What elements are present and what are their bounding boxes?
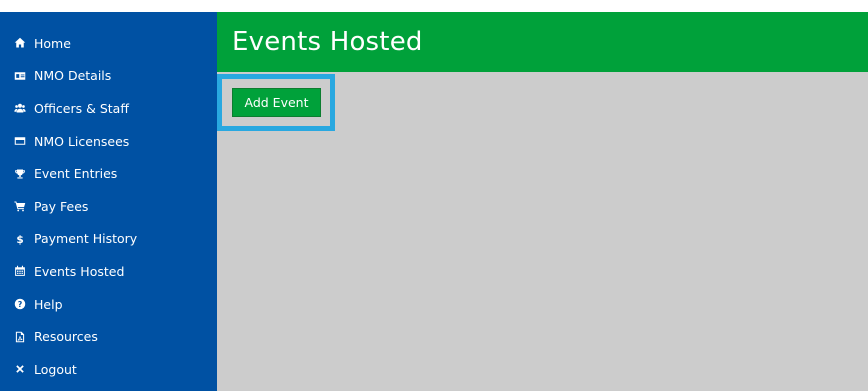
svg-text:$: $ xyxy=(16,234,23,245)
sidebar-item-pay-fees[interactable]: Pay Fees xyxy=(0,190,217,223)
sidebar-item-label: Officers & Staff xyxy=(34,100,129,116)
sidebar-item-label: Help xyxy=(34,296,63,312)
sidebar-item-label: Event Entries xyxy=(34,166,118,182)
credit-card-icon xyxy=(13,134,27,148)
sidebar-item-label: Resources xyxy=(34,329,98,345)
main-content: Add Event xyxy=(217,72,868,391)
trophy-icon xyxy=(13,167,27,181)
sidebar-item-resources[interactable]: Resources xyxy=(0,320,217,353)
sidebar-item-help[interactable]: ? Help xyxy=(0,288,217,321)
sidebar-item-events-hosted[interactable]: Events Hosted xyxy=(0,255,217,288)
sidebar-item-label: Home xyxy=(34,35,71,51)
sidebar-item-nmo-details[interactable]: NMO Details xyxy=(0,60,217,93)
svg-text:?: ? xyxy=(18,300,23,309)
close-icon xyxy=(13,362,27,376)
home-icon xyxy=(13,36,27,50)
sidebar-item-logout[interactable]: Logout xyxy=(0,353,217,386)
sidebar-item-label: Payment History xyxy=(34,231,138,247)
calendar-icon xyxy=(13,264,27,278)
dollar-icon: $ xyxy=(13,232,27,246)
page-header: Events Hosted xyxy=(217,12,868,72)
sidebar-item-label: Logout xyxy=(34,361,77,377)
sidebar-item-nmo-licensees[interactable]: NMO Licensees xyxy=(0,125,217,158)
sidebar-item-label: NMO Details xyxy=(34,68,112,84)
sidebar-item-payment-history[interactable]: $ Payment History xyxy=(0,223,217,256)
page-title: Events Hosted xyxy=(232,27,423,57)
sidebar: Home NMO Details Officers & Staff NMO Li… xyxy=(0,12,217,391)
cart-icon xyxy=(13,199,27,213)
sidebar-item-label: Pay Fees xyxy=(34,198,89,214)
add-event-button[interactable]: Add Event xyxy=(232,88,321,117)
pdf-file-icon xyxy=(13,330,27,344)
sidebar-item-label: NMO Licensees xyxy=(34,133,130,149)
sidebar-item-home[interactable]: Home xyxy=(0,27,217,60)
question-icon: ? xyxy=(13,297,27,311)
sidebar-item-officers-staff[interactable]: Officers & Staff xyxy=(0,92,217,125)
sidebar-item-label: Events Hosted xyxy=(34,263,125,279)
id-card-icon xyxy=(13,69,27,83)
users-icon xyxy=(13,101,27,115)
sidebar-item-event-entries[interactable]: Event Entries xyxy=(0,157,217,190)
